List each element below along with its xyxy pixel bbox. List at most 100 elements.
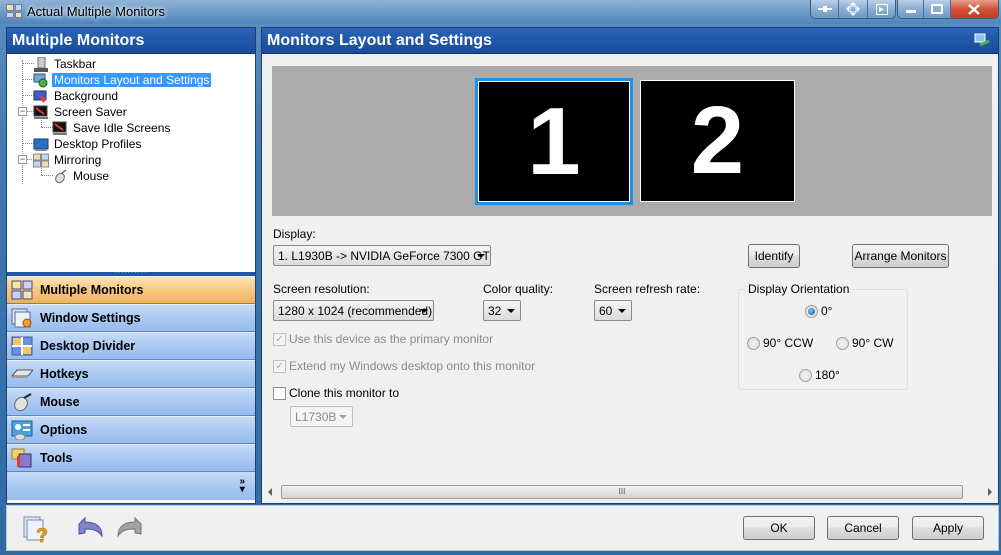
window-title: Actual Multiple Monitors <box>27 4 165 19</box>
ok-button[interactable]: OK <box>743 516 815 540</box>
nav-label: Desktop Divider <box>40 339 136 353</box>
tree-item-taskbar[interactable]: Taskbar <box>33 56 98 72</box>
apply-button[interactable]: Apply <box>912 516 984 540</box>
refresh-rate-select[interactable]: 60 <box>594 300 632 321</box>
move-button[interactable] <box>839 0 868 18</box>
nav-tools[interactable]: Tools <box>7 444 255 472</box>
scroll-left-icon[interactable] <box>268 488 272 496</box>
move-icon <box>846 2 860 16</box>
scrollbar-thumb[interactable]: III <box>281 485 963 499</box>
checkbox-label: Use this device as the primary monitor <box>289 332 494 346</box>
minimize-icon <box>905 10 916 13</box>
nav-label: Mouse <box>40 395 80 409</box>
nav-mouse[interactable]: Mouse <box>7 388 255 416</box>
nav-hotkeys[interactable]: Hotkeys <box>7 360 255 388</box>
nav-desktop-divider[interactable]: Desktop Divider <box>7 332 255 360</box>
window-settings-icon <box>11 308 33 328</box>
identify-button[interactable]: Identify <box>748 244 800 268</box>
nav-label: Tools <box>40 451 73 465</box>
chevron-down-icon <box>477 254 485 258</box>
maximize-button[interactable] <box>924 0 951 18</box>
close-button[interactable] <box>950 0 998 18</box>
desktop-divider-icon <box>11 336 33 356</box>
display-label: Display: <box>273 227 316 241</box>
nav-label: Multiple Monitors <box>40 283 144 297</box>
keyboard-icon <box>10 364 35 384</box>
mirroring-icon <box>33 153 49 168</box>
help-icon[interactable]: ? <box>21 515 51 548</box>
chevron-down-icon <box>618 309 626 313</box>
resolution-select-value: 1280 x 1024 (recommended) <box>278 304 433 318</box>
orientation-90cw-radio[interactable]: 90° CW <box>836 336 893 350</box>
tools-icon <box>11 448 33 468</box>
radio-dot <box>799 368 812 382</box>
orientation-90ccw-radio[interactable]: 90° CCW <box>747 336 813 350</box>
color-quality-label: Color quality: <box>483 282 554 296</box>
checkbox-box <box>273 386 286 400</box>
radio-dot <box>805 304 818 318</box>
title-bar: Actual Multiple Monitors <box>0 0 1001 24</box>
checkbox-box: ✓ <box>273 332 286 346</box>
tree-item-monitors-layout[interactable]: Monitors Layout and Settings <box>33 72 212 88</box>
clone-target-select[interactable]: L1730B <box>290 406 353 427</box>
monitors-layout-icon <box>33 73 49 88</box>
clone-target-value: L1730B <box>295 410 337 424</box>
nav-label: Hotkeys <box>40 367 89 381</box>
mouse-icon <box>52 169 68 184</box>
tree-item-background[interactable]: Background <box>33 88 120 104</box>
display-orientation-group: Display Orientation 0° 90° CCW 90° CW 18… <box>738 282 908 390</box>
scroll-right-icon[interactable] <box>988 488 992 496</box>
tree-item-mouse[interactable]: Mouse <box>52 168 111 184</box>
radio-dot <box>747 336 760 350</box>
orientation-0-radio[interactable]: 0° <box>805 304 832 318</box>
desktop-profiles-icon <box>33 137 49 152</box>
color-quality-select[interactable]: 32 <box>483 300 521 321</box>
checkbox-box: ✓ <box>273 359 286 373</box>
tree-item-desktop-profiles[interactable]: Desktop Profiles <box>33 136 143 152</box>
arrange-monitors-button[interactable]: Arrange Monitors <box>852 244 949 268</box>
chevron-down-icon <box>507 309 515 313</box>
pin-button[interactable] <box>811 0 839 18</box>
primary-monitor-checkbox[interactable]: ✓ Use this device as the primary monitor <box>273 332 493 346</box>
redo-icon[interactable] <box>115 516 145 543</box>
send-to-monitor-button[interactable] <box>868 0 895 18</box>
horizontal-scrollbar[interactable]: III <box>264 484 996 501</box>
extend-desktop-checkbox[interactable]: ✓ Extend my Windows desktop onto this mo… <box>273 359 535 373</box>
tree-item-save-idle-screens[interactable]: Save Idle Screens <box>52 120 172 136</box>
save-idle-screens-icon <box>52 121 68 136</box>
cancel-button[interactable]: Cancel <box>827 516 899 540</box>
send-to-monitor-icon <box>875 3 888 15</box>
display-select[interactable]: 1. L1930B -> NVIDIA GeForce 7300 GT <box>273 245 491 266</box>
monitor-number: 1 <box>527 87 581 195</box>
right-pane: Monitors Layout and Settings 1 2 Display… <box>261 27 999 504</box>
tree-item-screen-saver[interactable]: Screen Saver <box>33 104 129 120</box>
nav-window-settings[interactable]: Window Settings <box>7 304 255 332</box>
nav-label: Options <box>40 423 88 437</box>
radio-label: 180° <box>815 368 840 382</box>
nav-multiple-monitors[interactable]: Multiple Monitors <box>7 276 255 304</box>
collapse-mirroring-toggle[interactable]: − <box>18 155 27 164</box>
tree-item-mirroring[interactable]: Mirroring <box>33 152 103 168</box>
chevron-down-icon <box>339 415 347 419</box>
clone-monitor-checkbox[interactable]: Clone this monitor to <box>273 386 399 400</box>
display-select-value: 1. L1930B -> NVIDIA GeForce 7300 GT <box>278 249 490 263</box>
orientation-180-radio[interactable]: 180° <box>799 368 840 382</box>
left-pane: Multiple Monitors − − Taskbar Monitors L… <box>6 27 256 504</box>
nav-options[interactable]: Options <box>7 416 255 444</box>
undo-icon[interactable] <box>75 516 105 543</box>
monitor-1[interactable]: 1 <box>475 78 633 205</box>
nav-footer: » ▾ <box>7 472 255 500</box>
options-icon <box>11 420 33 441</box>
monitor-2[interactable]: 2 <box>640 80 795 202</box>
svg-text:?: ? <box>36 525 48 545</box>
minimize-button[interactable] <box>898 0 925 18</box>
radio-label: 90° CW <box>852 336 894 350</box>
refresh-rate-value: 60 <box>599 304 613 318</box>
settings-tree: − − Taskbar Monitors Layout and Settings… <box>7 54 255 272</box>
resolution-select[interactable]: 1280 x 1024 (recommended) <box>273 300 434 321</box>
right-pane-header: Monitors Layout and Settings <box>262 28 998 54</box>
taskbar-icon <box>33 56 49 72</box>
chevron-double-down-icon[interactable]: » ▾ <box>239 477 245 495</box>
collapse-screen-saver-toggle[interactable]: − <box>18 107 27 116</box>
left-pane-header: Multiple Monitors <box>7 28 255 54</box>
